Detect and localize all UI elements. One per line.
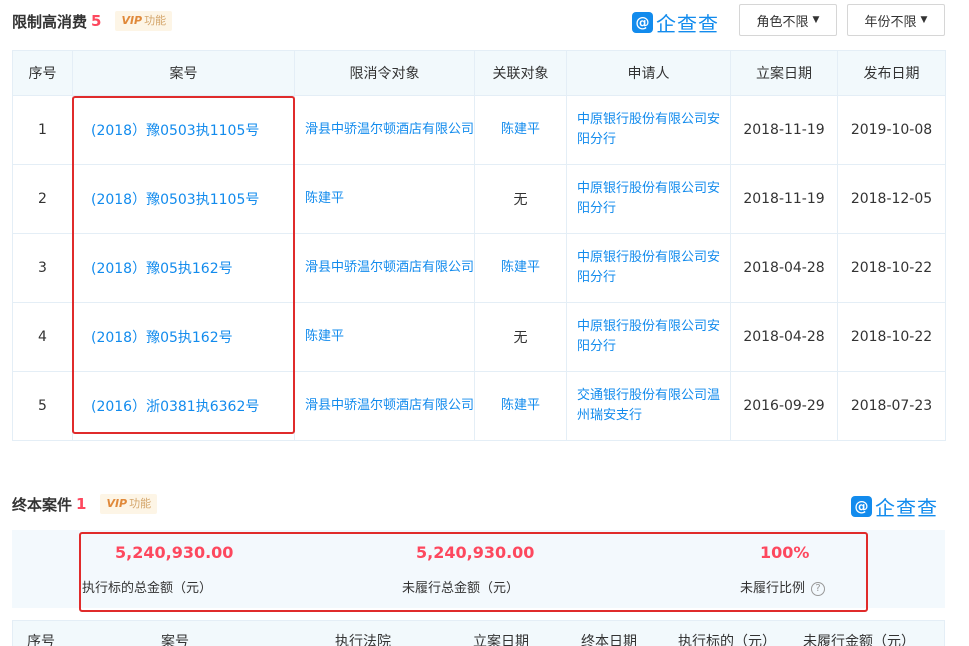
col-header: 案号 [161,634,189,646]
applicant-link[interactable]: 中原银行股份有限公司安阳分行 [577,110,730,150]
row-number: 2 [12,164,73,234]
row-number: 4 [12,302,73,372]
col-header: 关联对象 [474,50,567,96]
applicant-link[interactable]: 中原银行股份有限公司安阳分行 [577,317,730,357]
target-link[interactable]: 滑县中骄温尔顿酒店有限公司 [305,396,474,416]
col-header: 执行法院 [335,634,391,646]
applicant-link[interactable]: 中原银行股份有限公司安阳分行 [577,248,730,288]
row-number: 1 [12,95,73,165]
filed-date: 2018-04-28 [730,302,838,372]
table-header-row: 序号 案号 限消令对象 关联对象 申请人 立案日期 发布日期 [12,50,946,96]
col-header: 执行标的（元） [678,634,776,646]
vip-label: 功能 [129,497,152,510]
published-date: 2018-07-23 [837,371,946,441]
section-count: 1 [76,495,87,513]
col-header: 未履行金额（元） [803,634,915,646]
applicant-link[interactable]: 交通银行股份有限公司温州瑞安支行 [577,386,730,426]
related-link[interactable]: 陈建平 [501,122,540,137]
related-none: 无 [474,302,567,372]
dropdown-label: 角色不限 [756,14,809,30]
row-number: 3 [12,233,73,303]
col-header: 立案日期 [473,634,529,646]
col-header: 案号 [72,50,295,96]
qichacha-logo-icon: @ [632,12,653,33]
qichacha-logo: @ 企查查 [632,8,719,37]
target-link[interactable]: 滑县中骄温尔顿酒店有限公司 [305,120,474,140]
filed-date: 2018-04-28 [730,233,838,303]
terminated-table-header: 序号 案号 执行法院 立案日期 终本日期 执行标的（元） 未履行金额（元） [12,620,945,646]
related-link[interactable]: 陈建平 [501,398,540,413]
target-link[interactable]: 陈建平 [305,327,474,347]
related-none: 无 [474,164,567,234]
published-date: 2018-12-05 [837,164,946,234]
vip-badge[interactable]: VIP 功能 [115,11,173,31]
col-header: 限消令对象 [294,50,475,96]
applicant-link[interactable]: 中原银行股份有限公司安阳分行 [577,179,730,219]
section-count: 5 [91,12,102,30]
published-date: 2018-10-22 [837,233,946,303]
qichacha-logo-icon: @ [851,496,872,517]
caret-down-icon: ▼ [812,15,820,25]
role-filter-dropdown[interactable]: 角色不限 ▼ [739,4,837,36]
filed-date: 2016-09-29 [730,371,838,441]
qichacha-logo: @ 企查查 [851,492,938,521]
filed-date: 2018-11-19 [730,95,838,165]
section-title: 限制高消费 [12,12,88,31]
related-link[interactable]: 陈建平 [501,260,540,275]
col-header: 终本日期 [581,634,637,646]
col-header: 序号 [12,50,73,96]
target-link[interactable]: 滑县中骄温尔顿酒店有限公司 [305,258,474,278]
dropdown-label: 年份不限 [864,14,917,30]
logo-text: 企查查 [875,496,938,520]
caret-down-icon: ▼ [920,15,928,25]
col-header: 序号 [27,634,55,646]
section-header-terminated: 终本案件 1 VIP 功能 [0,489,969,519]
col-header: 发布日期 [837,50,946,96]
vip-prefix: VIP [106,497,128,510]
vip-prefix: VIP [121,14,143,27]
highlight-box-summary [79,532,868,612]
col-header: 申请人 [566,50,731,96]
year-filter-dropdown[interactable]: 年份不限 ▼ [847,4,945,36]
section-title: 终本案件 [12,495,73,514]
published-date: 2019-10-08 [837,95,946,165]
logo-text: 企查查 [656,12,719,36]
vip-label: 功能 [144,14,167,27]
filed-date: 2018-11-19 [730,164,838,234]
vip-badge[interactable]: VIP 功能 [100,494,158,514]
target-link[interactable]: 陈建平 [305,189,474,209]
published-date: 2018-10-22 [837,302,946,372]
col-header: 立案日期 [730,50,838,96]
row-number: 5 [12,371,73,441]
highlight-box-case-numbers [72,96,295,434]
